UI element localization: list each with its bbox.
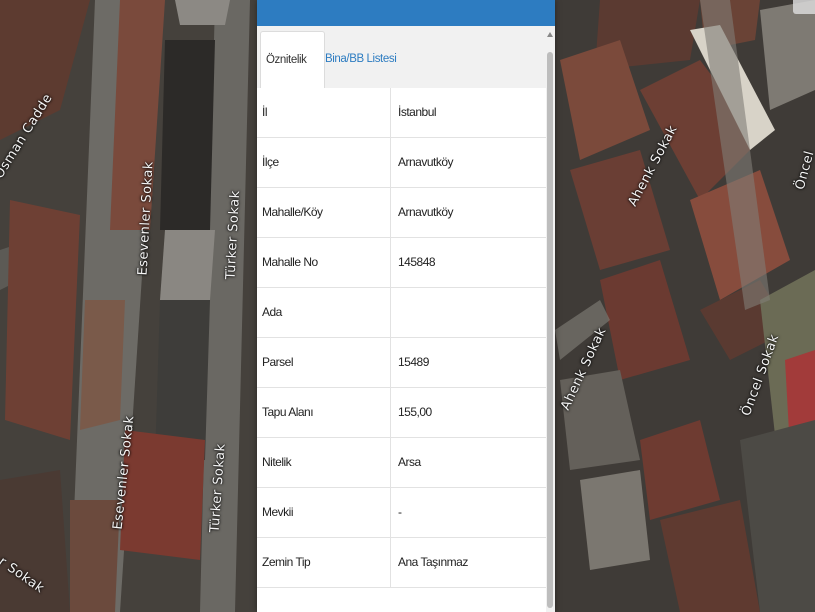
row-value: Arnavutköy (398, 155, 454, 169)
panel-body: Öznitelik Bilgisi Bina/BB Listesi İl İsta… (257, 26, 555, 612)
row-value: Arnavutköy (398, 205, 454, 219)
panel-tabs: Öznitelik Bilgisi Bina/BB Listesi (257, 31, 547, 122)
table-row: Nitelik Arsa (257, 438, 547, 488)
row-label: İlçe (262, 138, 391, 187)
row-label: İl (262, 88, 391, 137)
table-row: İlçe Arnavutköy (257, 138, 547, 188)
table-row: Parsel 15489 (257, 338, 547, 388)
table-row: Tapu Alanı 155,00 (257, 388, 547, 438)
table-row: Mevkii - (257, 488, 547, 538)
row-value: 155,00 (398, 405, 432, 419)
row-label: Mevkii (262, 488, 391, 537)
attribute-table: İl İstanbul İlçe Arnavutköy Mahalle/Köy Arn… (257, 88, 547, 612)
scroll-thumb[interactable] (547, 52, 553, 608)
row-value: Ana Taşınmaz (398, 555, 468, 569)
tab-oznitelik-bilgisi[interactable]: Öznitelik Bilgisi (260, 31, 325, 122)
row-label: Ada (262, 288, 391, 337)
table-row: Mahalle/Köy Arnavutköy (257, 188, 547, 238)
tab-bina-bb-listesi[interactable]: Bina/BB Listesi (325, 31, 397, 87)
panel-scrollbar[interactable] (546, 26, 555, 612)
row-value (398, 288, 543, 337)
parcel-info-panel: Öznitelik Bilgisi Bina/BB Listesi İl İsta… (257, 0, 555, 612)
row-label: Tapu Alanı (262, 388, 391, 437)
panel-header (257, 0, 555, 26)
row-label: Mahalle No (262, 238, 391, 287)
table-row: Ada (257, 288, 547, 338)
table-row: İl İstanbul (257, 88, 547, 138)
row-value: İstanbul (398, 105, 437, 119)
table-row: Mahalle No 145848 (257, 238, 547, 288)
table-row (257, 588, 547, 612)
row-label: Zemin Tip (262, 538, 391, 587)
table-row: Zemin Tip Ana Taşınmaz (257, 538, 547, 588)
map-corner-button[interactable] (793, 0, 815, 14)
row-label: Mahalle/Köy (262, 188, 391, 237)
scroll-up-arrow-icon[interactable] (547, 32, 553, 37)
row-label: Nitelik (262, 438, 391, 487)
row-value: 15489 (398, 355, 429, 369)
row-label: Parsel (262, 338, 391, 387)
row-value: - (398, 505, 402, 519)
row-value: Arsa (398, 455, 421, 469)
row-value: 145848 (398, 255, 436, 269)
